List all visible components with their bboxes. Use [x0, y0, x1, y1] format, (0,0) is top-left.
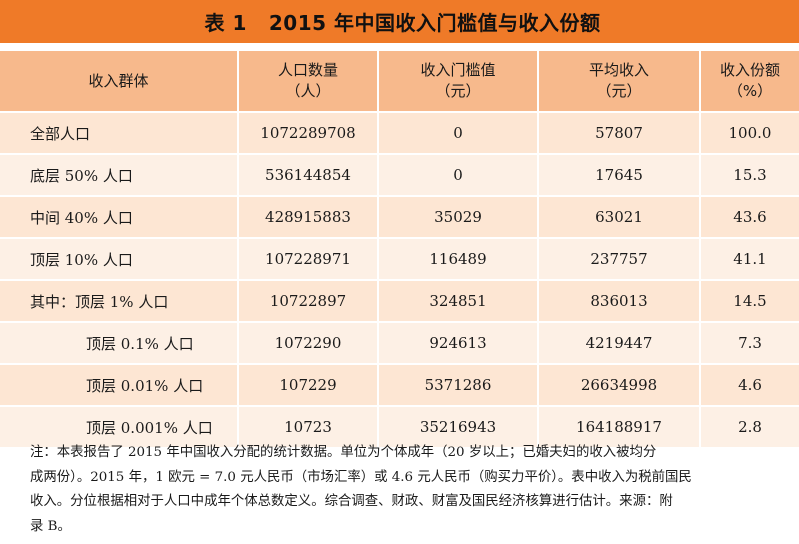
- cell-group: 底层 50% 人口: [0, 153, 238, 196]
- cell-threshold: 116489: [377, 237, 538, 280]
- cell-avg-income: 57807: [537, 111, 700, 154]
- cell-share: 100.0: [699, 111, 799, 154]
- table-row: 其中：顶层 1% 人口 10722897 324851 836013 14.5: [0, 279, 799, 322]
- note-line: 注：本表报告了 2015 年中国收入分配的统计数据。单位为个体成年（20 岁以上…: [30, 445, 657, 460]
- cell-group: 全部人口: [0, 111, 238, 154]
- table-row: 顶层 0.1% 人口 1072290 924613 4219447 7.3: [0, 321, 799, 364]
- cell-population: 1072289708: [237, 111, 378, 154]
- header-share: 收入份额 （%）: [699, 51, 799, 112]
- cell-threshold: 0: [377, 111, 538, 154]
- table-title-text: 2015 年中国收入门槛值与收入份额: [268, 11, 601, 35]
- table-row: 中间 40% 人口 428915883 35029 63021 43.6: [0, 195, 799, 238]
- note-line: 成两份）。2015 年，1 欧元 = 7.0 元人民币（市场汇率）或 4.6 元…: [30, 469, 692, 485]
- table-row: 顶层 10% 人口 107228971 116489 237757 41.1: [0, 237, 799, 280]
- cell-threshold: 5371286: [377, 363, 538, 406]
- cell-threshold: 0: [377, 153, 538, 196]
- cell-threshold: 924613: [377, 321, 538, 364]
- table-note: 注：本表报告了 2015 年中国收入分配的统计数据。单位为个体成年（20 岁以上…: [30, 441, 782, 539]
- header-group: 收入群体: [0, 51, 238, 112]
- cell-share: 4.6: [699, 363, 799, 406]
- cell-threshold: 324851: [377, 279, 538, 322]
- cell-group: 中间 40% 人口: [0, 195, 238, 238]
- cell-population: 1072290: [237, 321, 378, 364]
- cell-avg-income: 26634998: [537, 363, 700, 406]
- cell-avg-income: 4219447: [537, 321, 700, 364]
- table-row: 顶层 0.01% 人口 107229 5371286 26634998 4.6: [0, 363, 799, 406]
- cell-share: 14.5: [699, 279, 799, 322]
- cell-group: 其中：顶层 1% 人口: [0, 279, 238, 322]
- cell-share: 15.3: [699, 153, 799, 196]
- cell-population: 107229: [237, 363, 378, 406]
- cell-share: 41.1: [699, 237, 799, 280]
- header-population: 人口数量 （人）: [237, 51, 378, 112]
- cell-group: 顶层 0.01% 人口: [0, 363, 238, 406]
- cell-population: 536144854: [237, 153, 378, 196]
- header-avg-income: 平均收入 （元）: [537, 51, 700, 112]
- cell-threshold: 35029: [377, 195, 538, 238]
- table-row: 全部人口 1072289708 0 57807 100.0: [0, 111, 799, 154]
- cell-avg-income: 17645: [537, 153, 700, 196]
- cell-population: 107228971: [237, 237, 378, 280]
- cell-avg-income: 63021: [537, 195, 700, 238]
- header-threshold: 收入门槛值 （元）: [377, 51, 538, 112]
- cell-share: 7.3: [699, 321, 799, 364]
- table-number: 表 1: [204, 11, 247, 35]
- note-line: 录 B。: [30, 518, 71, 534]
- cell-avg-income: 836013: [537, 279, 700, 322]
- table-title: 表 1 2015 年中国收入门槛值与收入份额: [0, 0, 799, 43]
- table-header-row: 收入群体 人口数量 （人） 收入门槛值 （元） 平均收入 （元） 收入份额 （%）: [0, 51, 799, 112]
- cell-share: 43.6: [699, 195, 799, 238]
- table-row: 底层 50% 人口 536144854 0 17645 15.3: [0, 153, 799, 196]
- note-line: 收入。分位根据相对于人口中成年个体总数定义。综合调查、财政、财富及国民经济核算进…: [30, 494, 673, 509]
- cell-group: 顶层 0.1% 人口: [0, 321, 238, 364]
- income-table: 收入群体 人口数量 （人） 收入门槛值 （元） 平均收入 （元） 收入份额 （%） 全部…: [0, 51, 799, 447]
- cell-avg-income: 237757: [537, 237, 700, 280]
- cell-population: 428915883: [237, 195, 378, 238]
- cell-group: 顶层 10% 人口: [0, 237, 238, 280]
- cell-population: 10722897: [237, 279, 378, 322]
